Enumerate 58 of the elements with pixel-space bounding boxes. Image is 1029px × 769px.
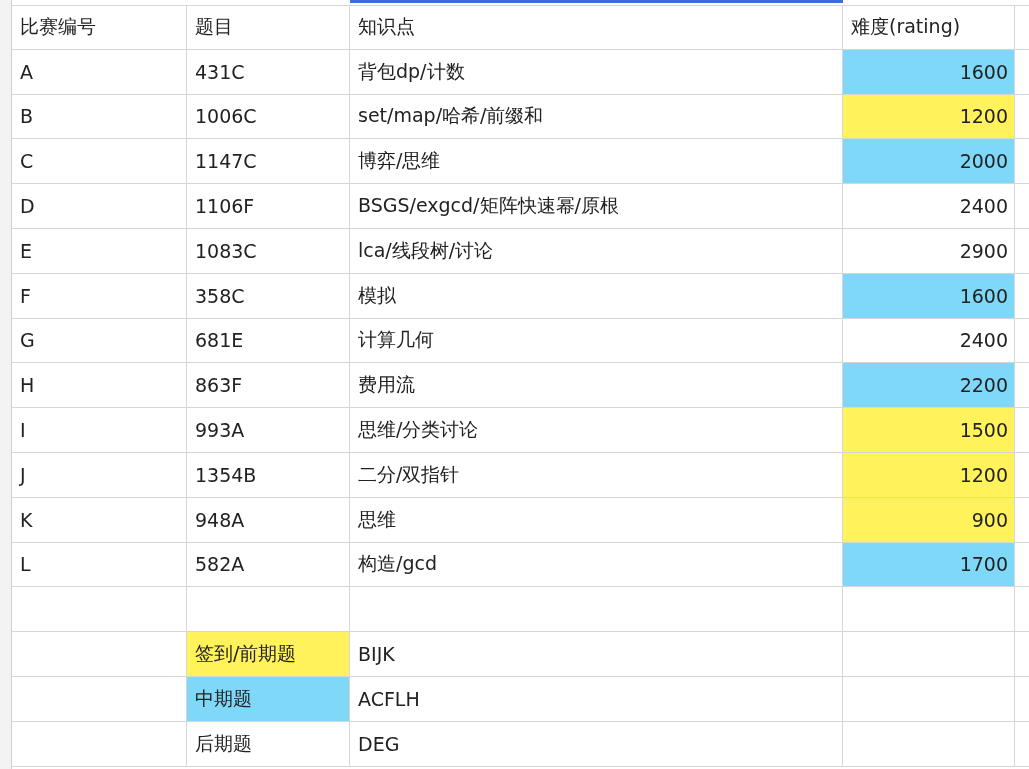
table-cell: 1600 [843,49,1015,95]
table-cell: 背包dp/计数 [350,49,843,95]
table-cell: 博弈/思维 [350,139,843,185]
table-cell: 2200 [843,363,1015,409]
table-cell: 计算几何 [350,318,843,364]
table-cell: 思维 [350,497,843,543]
table-cell: 2900 [843,229,1015,274]
table-cell: 构造/gcd [350,542,843,588]
table-cell: F [12,273,187,319]
table-cell: DEG [350,721,843,767]
table-cell: 1500 [843,408,1015,453]
column-header: 题目 [187,5,350,50]
table-cell: D [12,184,187,229]
empty-cell [1015,5,1029,50]
table-cell: 1106F [187,184,350,229]
table-cell: L [12,542,187,588]
table-cell: I [12,408,187,453]
table-cell: 681E [187,318,350,364]
table-cell: 1354B [187,452,350,498]
column-header: 知识点 [350,5,843,50]
table-cell: E [12,229,187,274]
table-cell: 1200 [843,94,1015,140]
table-cell: 二分/双指针 [350,452,843,498]
table-cell: H [12,363,187,409]
table-cell: set/map/哈希/前缀和 [350,94,843,140]
table-cell: C [12,139,187,185]
table-cell: K [12,497,187,543]
table-cell: 思维/分类讨论 [350,408,843,453]
table-cell: 1006C [187,94,350,140]
table-cell: 费用流 [350,363,843,409]
column-header: 难度(rating) [843,5,1015,50]
table-cell: B [12,94,187,140]
table-cell: 431C [187,49,350,95]
table-cell: 1600 [843,273,1015,319]
table-cell: 中期题 [187,676,350,722]
table-cell: 后期题 [187,721,350,767]
table-cell: G [12,318,187,364]
table-cell: ACFLH [350,676,843,722]
table-cell: 1083C [187,229,350,274]
table-cell: 948A [187,497,350,543]
table-cell: 863F [187,363,350,409]
table-cell: J [12,452,187,498]
table-cell: 签到/前期题 [187,632,350,677]
column-header: 比赛编号 [12,5,187,50]
table-cell: 1200 [843,452,1015,498]
table-cell: lca/线段树/讨论 [350,229,843,274]
table-cell: 2000 [843,139,1015,185]
table-cell: 358C [187,273,350,319]
table-cell: 1147C [187,139,350,185]
table-cell: 900 [843,497,1015,543]
table-cell: 582A [187,542,350,588]
table-cell: BIJK [350,632,843,677]
table-cell: 2400 [843,184,1015,229]
table-cell: 模拟 [350,273,843,319]
table-cell: 1700 [843,542,1015,588]
table-cell: BSGS/exgcd/矩阵快速幂/原根 [350,184,843,229]
table-cell: A [12,49,187,95]
table-cell: 993A [187,408,350,453]
